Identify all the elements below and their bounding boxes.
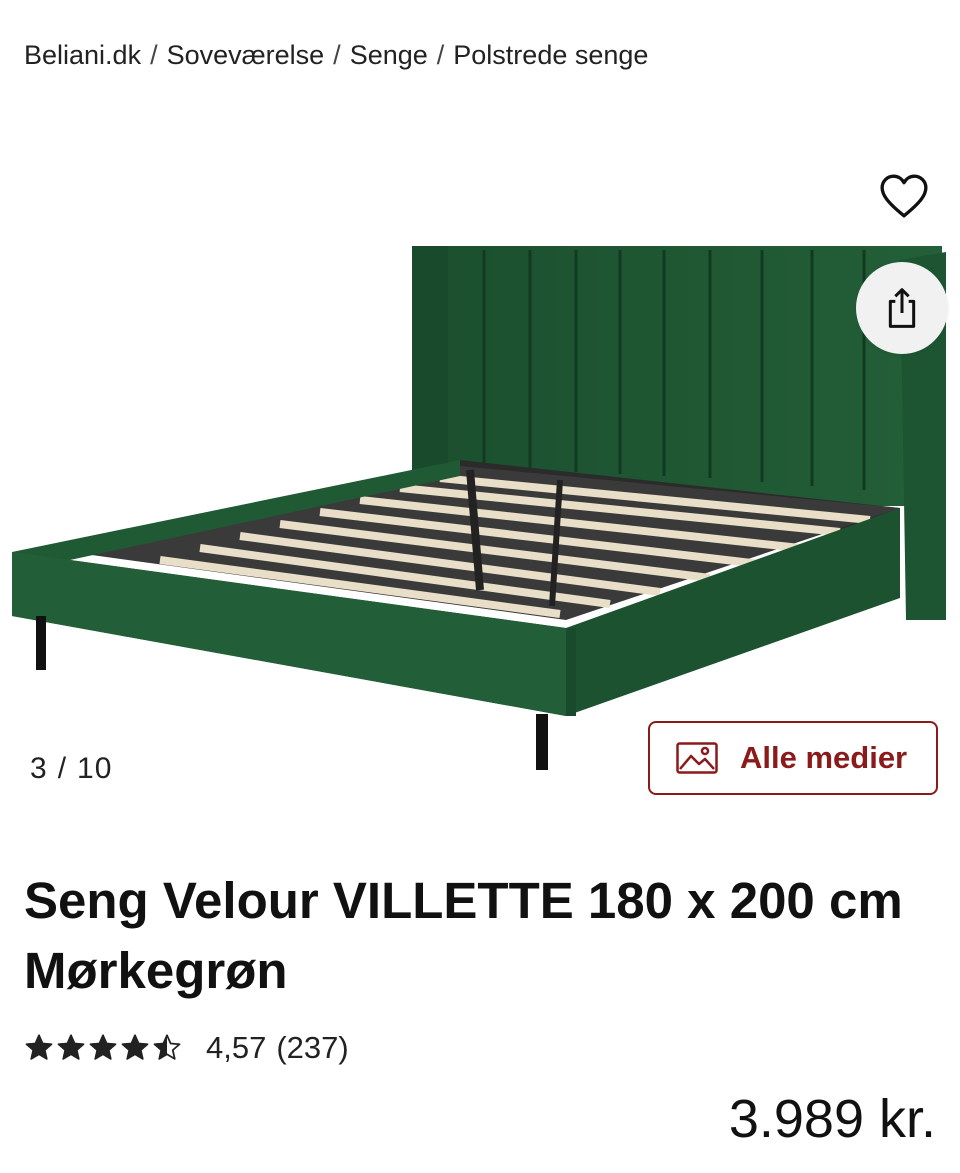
star-icon bbox=[89, 1034, 117, 1060]
breadcrumb: Beliani.dk / Soveværelse / Senge / Polstrede s… bbox=[24, 40, 648, 71]
all-media-button[interactable]: Alle medier bbox=[648, 721, 938, 795]
share-button[interactable] bbox=[856, 262, 948, 354]
product-price: 3.989 kr. bbox=[728, 1089, 936, 1149]
favorite-button[interactable] bbox=[876, 168, 932, 224]
breadcrumb-separator: / bbox=[150, 40, 158, 70]
gallery-current-index: 3 bbox=[30, 752, 48, 785]
image-icon bbox=[676, 742, 718, 774]
breadcrumb-home[interactable]: Beliani.dk bbox=[24, 40, 141, 70]
breadcrumb-separator: / bbox=[333, 40, 341, 70]
star-icon bbox=[121, 1034, 149, 1060]
breadcrumb-separator: / bbox=[436, 40, 445, 70]
review-count: (237) bbox=[276, 1030, 349, 1065]
breadcrumb-upholstered-beds[interactable]: Polstrede senge bbox=[453, 40, 648, 70]
all-media-label: Alle medier bbox=[740, 740, 908, 775]
product-title: Seng Velour VILLETTE 180 x 200 cm Mørkeg… bbox=[24, 872, 903, 999]
star-icon bbox=[153, 1034, 181, 1060]
star-icon bbox=[25, 1034, 53, 1060]
product-rating[interactable]: 4,57 (237) bbox=[24, 1030, 349, 1066]
rating-stars bbox=[24, 1033, 184, 1063]
gallery-total: 10 bbox=[77, 752, 113, 785]
gallery-counter: 3 / 10 bbox=[30, 752, 112, 786]
breadcrumb-bedroom[interactable]: Soveværelse bbox=[167, 40, 325, 70]
rating-score: 4,57 bbox=[206, 1030, 267, 1065]
star-icon bbox=[57, 1034, 85, 1060]
share-icon bbox=[888, 288, 916, 328]
heart-icon bbox=[880, 174, 928, 218]
product-image-gallery[interactable] bbox=[0, 120, 960, 820]
gallery-counter-separator: / bbox=[57, 752, 68, 785]
breadcrumb-beds[interactable]: Senge bbox=[350, 40, 428, 70]
product-image bbox=[12, 246, 946, 770]
